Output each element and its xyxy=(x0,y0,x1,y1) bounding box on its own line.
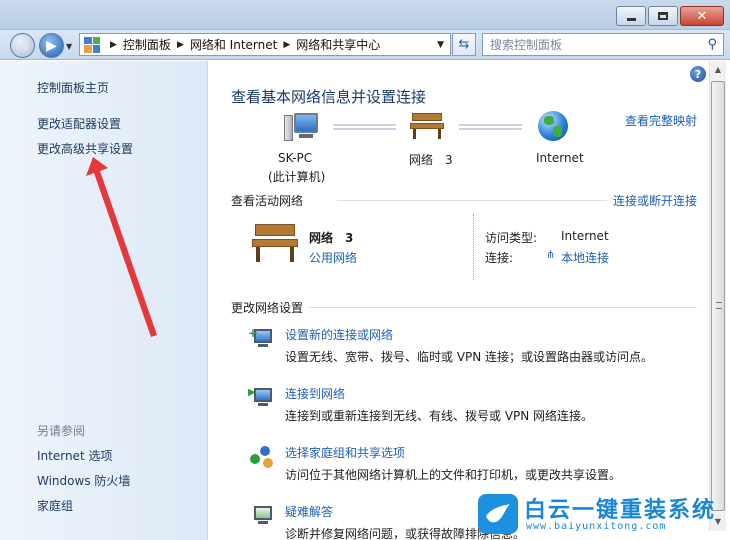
change-settings-heading: 更改网络设置 xyxy=(231,301,304,315)
full-map-link[interactable]: 查看完整映射 xyxy=(625,112,697,129)
task-connect-network-desc: 连接到或重新连接到无线、有线、拨号或 VPN 网络连接。 xyxy=(285,409,594,423)
computer-icon xyxy=(284,113,318,141)
page-title: 查看基本网络信息并设置连接 xyxy=(231,88,427,106)
arrow-right-icon: ▶ xyxy=(46,37,57,54)
chevron-right-icon[interactable]: ▶ xyxy=(283,40,290,50)
sidebar-link-firewall[interactable]: Windows 防火墙 xyxy=(37,472,130,489)
watermark: 白云一键重装系统 www.baiyunxitong.com xyxy=(478,492,726,537)
map-connection-line xyxy=(333,124,396,130)
maximize-icon xyxy=(658,12,668,20)
breadcrumb-network-internet[interactable]: 网络和 Internet xyxy=(190,36,277,53)
connect-network-icon: ▶ xyxy=(248,385,276,411)
window-controls: ✕ xyxy=(616,6,724,26)
minimize-button[interactable] xyxy=(616,6,646,26)
refresh-button[interactable]: ⇆ xyxy=(452,33,476,56)
refresh-icon: ⇆ xyxy=(458,37,470,52)
sidebar xyxy=(0,61,208,540)
minimize-icon xyxy=(626,17,636,21)
task-homegroup-sharing[interactable]: 选择家庭组和共享选项 xyxy=(285,444,405,461)
help-button[interactable]: ? xyxy=(690,66,706,82)
bench-network-icon xyxy=(410,113,444,139)
troubleshoot-icon xyxy=(248,503,276,529)
watermark-url: www.baiyunxitong.com xyxy=(526,521,667,532)
sidebar-link-internet-options[interactable]: Internet 选项 xyxy=(37,447,112,464)
map-pc-sub: (此计算机) xyxy=(268,170,326,184)
divider xyxy=(473,214,474,280)
sidebar-link-homegroup[interactable]: 家庭组 xyxy=(37,497,73,514)
access-type-value: Internet xyxy=(561,229,609,243)
new-connection-icon: + xyxy=(248,326,276,352)
sidebar-link-advanced-sharing[interactable]: 更改高级共享设置 xyxy=(37,140,133,157)
help-icon: ? xyxy=(694,67,702,81)
task-new-connection[interactable]: 设置新的连接或网络 xyxy=(285,326,393,343)
map-network-name: 网络 3 xyxy=(409,153,453,167)
control-panel-icon xyxy=(84,36,100,53)
connection-label: 连接: xyxy=(485,251,514,265)
divider xyxy=(337,200,607,201)
network-type-link[interactable]: 公用网络 xyxy=(309,249,357,266)
active-network-heading: 查看活动网络 xyxy=(231,194,304,208)
address-bar[interactable]: ▶ 控制面板 ▶ 网络和 Internet ▶ 网络和共享中心 ▼ xyxy=(79,33,451,56)
arrow-left-icon: ◀ xyxy=(17,37,28,54)
task-homegroup-sharing-desc: 访问位于其他网络计算机上的文件和打印机，或更改共享设置。 xyxy=(285,468,622,482)
breadcrumb-control-panel[interactable]: 控制面板 xyxy=(123,36,171,53)
active-network-name: 网络 3 xyxy=(309,231,354,245)
bench-network-icon xyxy=(252,224,298,264)
task-connect-network[interactable]: 连接到网络 xyxy=(285,385,345,402)
search-placeholder: 搜索控制面板 xyxy=(490,38,563,52)
access-type-label: 访问类型: xyxy=(485,231,538,245)
sidebar-link-adapter-settings[interactable]: 更改适配器设置 xyxy=(37,115,121,132)
title-bar: ✕ xyxy=(0,0,730,30)
search-box[interactable]: 搜索控制面板 ⚲ xyxy=(482,33,724,56)
sidebar-link-control-panel-home[interactable]: 控制面板主页 xyxy=(37,79,109,96)
map-internet: Internet xyxy=(536,151,584,165)
scroll-up-icon[interactable]: ▲ xyxy=(710,61,726,78)
task-new-connection-desc: 设置无线、宽带、拨号、临时或 VPN 连接；或设置路由器或访问点。 xyxy=(285,350,654,364)
vertical-scrollbar[interactable]: ▲ ▼ xyxy=(709,61,726,531)
chevron-right-icon[interactable]: ▶ xyxy=(177,40,184,50)
close-button[interactable]: ✕ xyxy=(680,6,724,26)
back-button[interactable]: ◀ xyxy=(10,33,35,58)
watermark-title: 白云一键重装系统 xyxy=(524,498,717,523)
forward-button[interactable]: ▶ xyxy=(39,33,64,58)
connect-disconnect-link[interactable]: 连接或断开连接 xyxy=(613,192,697,209)
map-connection-line xyxy=(459,124,522,130)
maximize-button[interactable] xyxy=(648,6,678,26)
ethernet-icon: ⋔ xyxy=(546,248,556,261)
address-dropdown-icon[interactable]: ▼ xyxy=(437,40,444,50)
bird-logo-icon xyxy=(478,494,518,534)
search-icon[interactable]: ⚲ xyxy=(707,37,717,52)
breadcrumb-network-sharing-center[interactable]: 网络和共享中心 xyxy=(296,36,380,53)
map-pc-name: SK-PC xyxy=(278,151,313,165)
chevron-right-icon[interactable]: ▶ xyxy=(110,40,117,50)
see-also-title: 另请参阅 xyxy=(37,424,86,438)
divider xyxy=(309,307,697,308)
recent-pages-dropdown[interactable]: ▼ xyxy=(66,42,72,51)
scrollbar-thumb[interactable] xyxy=(711,81,725,511)
task-troubleshoot[interactable]: 疑难解答 xyxy=(285,503,333,520)
homegroup-icon xyxy=(248,444,276,470)
globe-internet-icon xyxy=(538,111,568,141)
close-icon: ✕ xyxy=(696,8,708,24)
local-connection-link[interactable]: 本地连接 xyxy=(561,249,609,266)
